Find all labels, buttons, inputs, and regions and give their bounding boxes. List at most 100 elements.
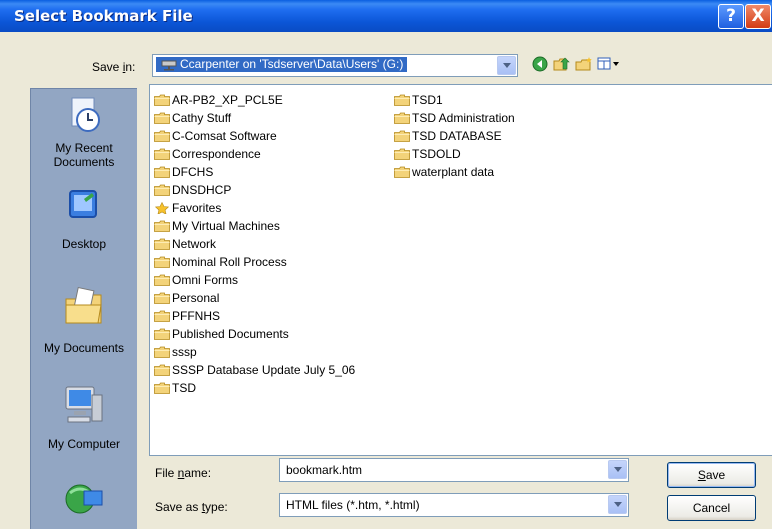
folder-icon (154, 364, 170, 376)
folder-icon (154, 256, 170, 268)
close-button[interactable]: X (745, 4, 771, 29)
list-item-label: C-Comsat Software (172, 129, 277, 143)
desktop-icon (69, 190, 97, 218)
list-item-label: waterplant data (412, 165, 495, 179)
list-item[interactable]: Personal (154, 289, 355, 307)
file-name-input[interactable]: bookmark.htm (279, 458, 629, 482)
list-item[interactable]: Omni Forms (154, 271, 355, 289)
list-item-label: TSD1 (412, 93, 443, 107)
my-computer-icon (65, 386, 103, 423)
folder-icon (154, 292, 170, 304)
list-item[interactable]: Favorites (154, 199, 355, 217)
list-item-label: DFCHS (172, 165, 214, 179)
folder-icon (154, 148, 170, 160)
place-my-computer[interactable]: My Computer (31, 383, 137, 457)
folder-icon (394, 130, 410, 142)
list-item-label: Personal (172, 291, 220, 305)
file-name-value: bookmark.htm (286, 463, 363, 477)
list-item-label: Nominal Roll Process (172, 255, 287, 269)
my-network-icon (65, 484, 103, 514)
favorites-star-icon (154, 202, 170, 214)
save-as-type-value: HTML files (*.htm, *.html) (286, 498, 420, 512)
folder-icon (154, 130, 170, 142)
save-button[interactable]: Save (667, 462, 756, 488)
file-list-column-1: AR-PB2_XP_PCL5E Cathy Stuff C-Comsat Softw… (154, 91, 355, 397)
list-item[interactable]: TSD (154, 379, 355, 397)
new-folder-icon[interactable] (575, 56, 593, 72)
list-item[interactable]: AR-PB2_XP_PCL5E (154, 91, 355, 109)
list-item-label: Omni Forms (172, 273, 238, 287)
list-item-label: Correspondence (172, 147, 261, 161)
place-my-network[interactable] (31, 477, 137, 529)
list-item[interactable]: SSSP Database Update July 5_06 (154, 361, 355, 379)
file-name-dropdown-arrow[interactable] (608, 460, 627, 479)
save-as-type-dropdown-arrow[interactable] (608, 495, 627, 514)
list-item[interactable]: TSD1 (394, 91, 515, 109)
folder-icon (154, 328, 170, 340)
list-item[interactable]: TSDOLD (394, 145, 515, 163)
list-item[interactable]: Published Documents (154, 325, 355, 343)
cancel-button[interactable]: Cancel (667, 495, 756, 521)
save-in-value: Ccarpenter on 'Tsdserver\Data\Users' (G:… (154, 56, 409, 73)
list-item-label: My Virtual Machines (172, 219, 280, 233)
folder-icon (154, 112, 170, 124)
back-icon[interactable] (531, 56, 549, 72)
place-desktop[interactable]: Desktop (31, 187, 137, 257)
title-bar[interactable]: Select Bookmark File ? X (0, 0, 772, 32)
folder-icon (154, 220, 170, 232)
save-in-dropdown[interactable]: Ccarpenter on 'Tsdserver\Data\Users' (G:… (152, 54, 518, 77)
folder-icon (154, 310, 170, 322)
list-item-label: TSD (172, 381, 196, 395)
list-item-label: TSD DATABASE (412, 129, 502, 143)
save-in-dropdown-arrow[interactable] (497, 56, 516, 75)
folder-icon (154, 94, 170, 106)
folder-icon (154, 166, 170, 178)
list-item-label: Network (172, 237, 217, 251)
folder-icon (154, 274, 170, 286)
list-item[interactable]: DFCHS (154, 163, 355, 181)
list-item[interactable]: Nominal Roll Process (154, 253, 355, 271)
folder-icon (394, 112, 410, 124)
list-item[interactable]: sssp (154, 343, 355, 361)
list-item[interactable]: TSD DATABASE (394, 127, 515, 145)
list-item-label: DNSDHCP (172, 183, 232, 197)
folder-icon (394, 166, 410, 178)
list-item-label: Published Documents (172, 327, 289, 341)
folder-icon (154, 184, 170, 196)
views-menu-icon[interactable] (597, 56, 621, 72)
folder-icon (394, 94, 410, 106)
list-item[interactable]: DNSDHCP (154, 181, 355, 199)
file-list[interactable]: AR-PB2_XP_PCL5E Cathy Stuff C-Comsat Softw… (149, 84, 772, 456)
list-item-label: TSDOLD (412, 147, 461, 161)
folder-icon (154, 346, 170, 358)
list-item[interactable]: waterplant data (394, 163, 515, 181)
place-my-documents[interactable]: My Documents (31, 285, 137, 359)
help-button[interactable]: ? (718, 4, 744, 29)
recent-documents-icon (71, 97, 100, 132)
list-item-label: AR-PB2_XP_PCL5E (172, 93, 283, 107)
list-item-label: sssp (172, 345, 197, 359)
list-item[interactable]: Cathy Stuff (154, 109, 355, 127)
up-folder-icon[interactable] (553, 56, 571, 72)
list-item-label: SSSP Database Update July 5_06 (172, 363, 356, 377)
list-item-label: Favorites (172, 201, 222, 215)
my-documents-icon (65, 286, 102, 324)
save-as-type-dropdown[interactable]: HTML files (*.htm, *.html) (279, 493, 629, 517)
list-item[interactable]: My Virtual Machines (154, 217, 355, 235)
places-bar: My Recent Documents Desktop My Documents (30, 88, 137, 529)
list-item[interactable]: C-Comsat Software (154, 127, 355, 145)
list-item-label: Cathy Stuff (172, 111, 232, 125)
list-item[interactable]: Correspondence (154, 145, 355, 163)
list-item[interactable]: PFFNHS (154, 307, 355, 325)
folder-icon (394, 148, 410, 160)
folder-icon (154, 382, 170, 394)
place-recent-documents[interactable]: My Recent Documents (31, 95, 137, 169)
dialog-title: Select Bookmark File (14, 7, 193, 25)
list-item[interactable]: TSD Administration (394, 109, 515, 127)
list-item[interactable]: Network (154, 235, 355, 253)
save-in-label: Save in: (92, 60, 136, 74)
file-name-label: File name: (155, 466, 212, 480)
folder-icon (154, 238, 170, 250)
save-as-type-label: Save as type: (155, 500, 228, 514)
list-item-label: PFFNHS (172, 309, 220, 323)
